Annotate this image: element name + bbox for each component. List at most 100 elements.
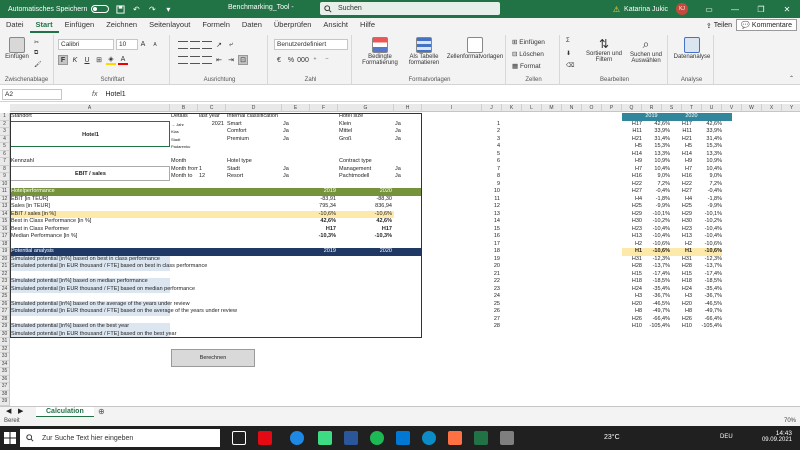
tab-ansicht[interactable]: Ansicht <box>317 18 354 33</box>
align-right-icon[interactable] <box>202 56 212 64</box>
share-button[interactable]: ⇪ Teilen <box>702 20 736 31</box>
column-header[interactable]: J <box>482 104 502 112</box>
column-header[interactable]: X <box>762 104 782 112</box>
month-from-value[interactable]: 1 <box>198 166 226 174</box>
row-header[interactable]: 13 <box>0 203 10 211</box>
row-header[interactable]: 23 <box>0 278 10 286</box>
option-klein[interactable]: Klein <box>338 121 394 129</box>
search-input[interactable]: Suchen <box>320 2 500 15</box>
row-header[interactable]: 21 <box>0 263 10 271</box>
option-comfort[interactable]: Comfort <box>226 128 282 136</box>
sheet-next-icon[interactable]: ▶ <box>18 407 23 415</box>
format-cells-button[interactable]: ▦ Format <box>512 62 541 71</box>
row-header[interactable]: 19 <box>0 248 10 256</box>
perf-row-spacer[interactable] <box>170 210 310 218</box>
undo-icon[interactable]: ↶ <box>131 4 141 14</box>
row-header[interactable]: 37 <box>0 383 10 391</box>
align-top-icon[interactable] <box>178 41 188 49</box>
row-header[interactable]: 22 <box>0 270 10 278</box>
sort-filter-button[interactable]: ⇅ Sortieren und Filtern <box>584 37 624 63</box>
option-pacht[interactable]: Pachtmodell <box>338 173 394 181</box>
netflix-icon[interactable] <box>258 431 272 445</box>
tab-datei[interactable]: Datei <box>0 18 30 33</box>
perf-value-2020[interactable]: -88,30 <box>338 196 394 204</box>
data-analysis-button[interactable]: Datenanalyse <box>672 37 712 60</box>
analysis-row-label[interactable]: Simulated potential [in EUR thousand / F… <box>10 263 207 271</box>
row-header[interactable]: 28 <box>0 315 10 323</box>
year-value[interactable]: 2021 <box>198 121 226 129</box>
app-icon[interactable] <box>318 431 332 445</box>
system-clock[interactable]: 14:43 09.09.2021 <box>762 430 792 443</box>
chrome-icon[interactable] <box>290 431 304 445</box>
value-ja[interactable]: Ja <box>282 166 310 174</box>
row-header[interactable]: 11 <box>0 188 10 196</box>
column-header[interactable]: G <box>338 104 394 112</box>
month-to-value[interactable]: 12 <box>198 173 226 181</box>
fill-color-icon[interactable]: ◈ <box>106 55 116 65</box>
task-view-icon[interactable] <box>232 431 246 445</box>
row-header[interactable]: 3 <box>0 128 10 136</box>
column-header[interactable]: U <box>702 104 722 112</box>
perf-row-label[interactable]: EBIT [in TEUR] <box>10 196 170 204</box>
value-ja[interactable]: Ja <box>282 136 310 144</box>
label-details[interactable]: Details <box>170 113 198 121</box>
column-header[interactable]: C <box>198 104 226 112</box>
perf-value-2020[interactable]: 836,94 <box>338 203 394 211</box>
word-icon[interactable] <box>344 431 358 445</box>
row-header[interactable]: 35 <box>0 368 10 376</box>
perf-value-2019[interactable]: 795,34 <box>310 203 338 211</box>
label-stadt-small[interactable]: Stadt <box>170 136 198 144</box>
kennzahl-selector[interactable]: EBIT / sales <box>10 165 170 181</box>
column-header[interactable]: S <box>662 104 682 112</box>
excel-icon[interactable] <box>474 431 488 445</box>
value-ja[interactable]: Ja <box>394 166 422 174</box>
align-center-icon[interactable] <box>190 56 200 64</box>
analysis-row-label[interactable]: Simulated potential [in EUR thousand / F… <box>10 285 195 293</box>
analysis-row-label[interactable]: Simulated potential [in%] based on media… <box>10 278 170 286</box>
row-header[interactable]: 16 <box>0 225 10 233</box>
row-header[interactable]: 26 <box>0 300 10 308</box>
insert-cells-button[interactable]: ⊞ Einfügen <box>512 38 545 47</box>
column-header[interactable]: L <box>522 104 542 112</box>
font-size-select[interactable]: 10 <box>116 39 138 50</box>
perf-value-2020[interactable]: -10,6% <box>338 210 394 218</box>
value-ja[interactable]: Ja <box>282 128 310 136</box>
label-contract-type[interactable]: Contract type <box>338 158 422 166</box>
perf-value-2019[interactable]: H17 <box>310 226 338 234</box>
border-icon[interactable]: ⊞ <box>94 55 104 65</box>
row-header[interactable]: 36 <box>0 375 10 383</box>
number-format-select[interactable]: Benutzerdefiniert <box>274 39 348 50</box>
row-header[interactable]: 6 <box>0 150 10 158</box>
option-smart[interactable]: Smart <box>226 121 282 129</box>
row-header[interactable]: 34 <box>0 360 10 368</box>
option-gross[interactable]: Groß <box>338 136 394 144</box>
decrease-indent-icon[interactable]: ⇤ <box>214 55 224 65</box>
analysis-row-label[interactable]: Simulated potential [in%] based on the b… <box>10 323 170 331</box>
perf-value-2019[interactable]: -83,91 <box>310 196 338 204</box>
row-header[interactable]: 29 <box>0 323 10 331</box>
perf-row-spacer[interactable] <box>170 203 310 211</box>
outlook-icon[interactable] <box>396 431 410 445</box>
font-name-select[interactable]: Calibri <box>58 39 114 50</box>
label-month-to[interactable]: Month to <box>170 173 198 181</box>
row-header[interactable]: 12 <box>0 195 10 203</box>
option-mittel[interactable]: Mittel <box>338 128 394 136</box>
perf-row-spacer[interactable] <box>170 196 310 204</box>
app2-icon[interactable] <box>500 431 514 445</box>
label-hotel-type[interactable]: Hotel type <box>226 158 310 166</box>
row-header[interactable]: 17 <box>0 233 10 241</box>
align-left-icon[interactable] <box>178 56 188 64</box>
column-header[interactable]: Q <box>622 104 642 112</box>
row-header[interactable]: 31 <box>0 338 10 346</box>
perf-row-label[interactable]: Sales [in TEUR] <box>10 203 170 211</box>
decrease-decimal-icon[interactable]: ⁻ <box>322 55 332 65</box>
ribbon-display-icon[interactable]: ▭ <box>696 0 722 18</box>
tab-hilfe[interactable]: Hilfe <box>354 18 381 33</box>
italic-icon[interactable]: K <box>70 55 80 65</box>
edge-icon[interactable] <box>422 431 436 445</box>
tab-einfuegen[interactable]: Einfügen <box>59 18 101 33</box>
row-header[interactable]: 27 <box>0 308 10 316</box>
align-bottom-icon[interactable] <box>202 41 212 49</box>
column-header[interactable]: D <box>226 104 282 112</box>
conditional-formatting-button[interactable]: Bedingte Formatierung <box>358 37 402 66</box>
